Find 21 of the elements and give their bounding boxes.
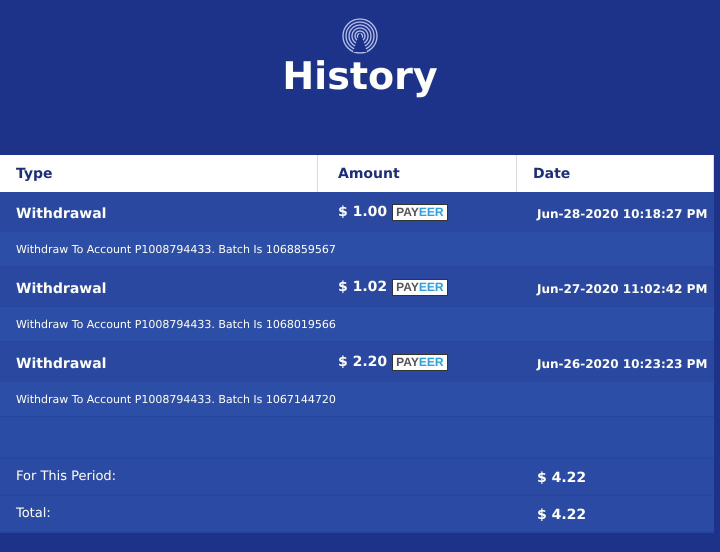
page-title: History	[282, 54, 438, 98]
transaction-date: Jun-28-2020 10:18:27 PM	[537, 206, 708, 220]
transaction-description: Withdraw To Account P1008794433. Batch Is 1068019566	[16, 318, 336, 330]
payment-method-badge: PAYEER	[392, 204, 448, 220]
total-value: $ 4.22	[537, 507, 586, 523]
amount: $ 1.02	[338, 279, 388, 295]
amount: $ 2.20	[338, 354, 388, 370]
total-label: Total:	[16, 506, 51, 521]
transaction-date: Jun-27-2020 11:02:42 PM	[537, 282, 708, 296]
transaction-type: Withdrawal	[16, 356, 106, 372]
total-value: $ 4.22	[537, 470, 586, 486]
transaction-type: Withdrawal	[16, 280, 106, 296]
payment-method-badge: PAYEER	[392, 354, 448, 370]
transaction-date: Jun-26-2020 10:23:23 PM	[537, 356, 708, 370]
amount: $ 1.00	[338, 204, 388, 220]
transaction-description: Withdraw To Account P1008794433. Batch Is 1067144720	[16, 392, 336, 406]
total-label: For This Period:	[16, 469, 116, 484]
payment-method-badge: PAYEER	[392, 278, 448, 296]
signal-arcs-icon	[342, 18, 378, 54]
transaction-description: Withdraw To Account P1008794433. Batch Is 1068859567	[16, 242, 336, 256]
transaction-type: Withdrawal	[16, 206, 106, 222]
